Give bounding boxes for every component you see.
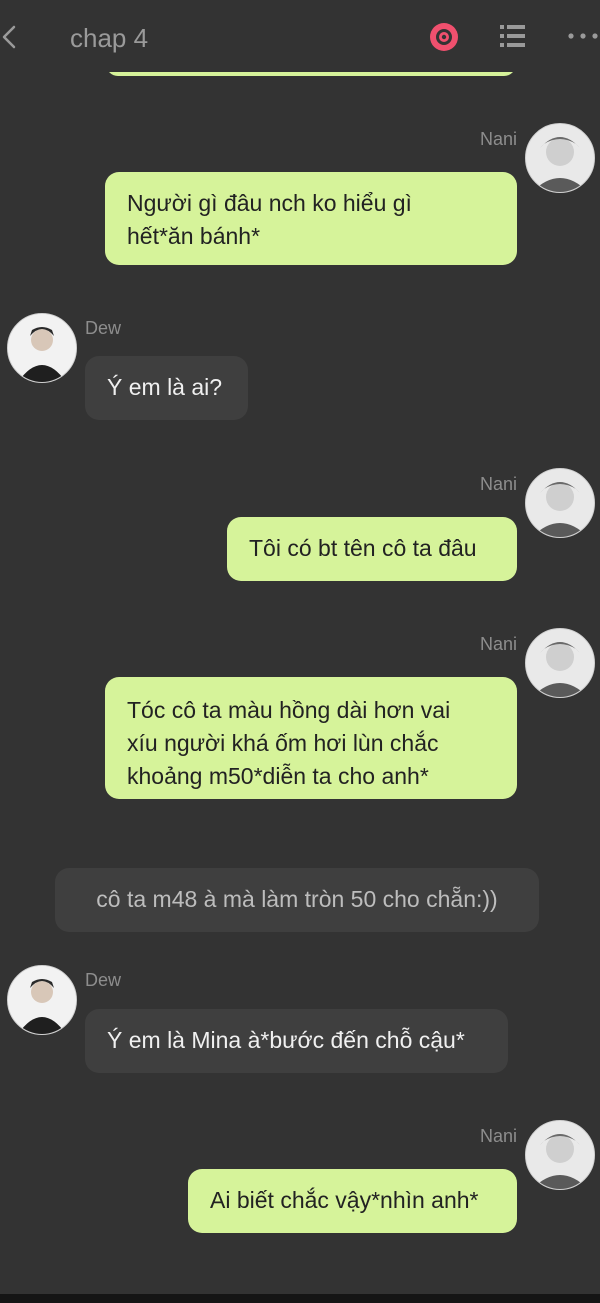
message-bubble[interactable]: Người gì đâu nch ko hiểu gì hết*ăn bánh* xyxy=(105,172,517,265)
message-bubble[interactable]: Ý em là ai? xyxy=(85,356,248,420)
avatar-nani[interactable] xyxy=(525,468,595,538)
message-text: Tôi có bt tên cô ta đâu xyxy=(249,535,477,561)
message-text: Tóc cô ta màu hồng dài hơn vai xíu người… xyxy=(127,697,451,789)
sender-name: Dew xyxy=(85,318,122,338)
avatar-dew[interactable] xyxy=(7,313,77,383)
narration-text: cô ta m48 à mà làm tròn 50 cho chẵn:)) xyxy=(96,886,498,912)
avatar-dew[interactable] xyxy=(7,965,77,1035)
message-bubble[interactable]: Tôi có bt tên cô ta đâu xyxy=(227,517,517,581)
sender-name: Nani xyxy=(479,634,517,654)
sender-name: Dew xyxy=(85,970,122,990)
message-text: Ai biết chắc vậy*nhìn anh* xyxy=(210,1187,479,1213)
avatar-nani[interactable] xyxy=(525,1120,595,1190)
avatar-nani[interactable] xyxy=(525,628,595,698)
back-icon[interactable] xyxy=(0,22,22,52)
message-text: Người gì đâu nch ko hiểu gì hết*ăn bánh* xyxy=(127,190,412,249)
more-icon[interactable] xyxy=(566,30,600,42)
message-text: Ý em là ai? xyxy=(107,374,223,400)
sender-name: Nani xyxy=(479,1126,517,1146)
bottom-edge xyxy=(0,1294,600,1303)
avatar-nani[interactable] xyxy=(525,123,595,193)
message-text: Ý em là Mina à*bước đến chỗ cậu* xyxy=(107,1027,465,1053)
list-icon[interactable] xyxy=(498,22,528,50)
message-bubble[interactable]: Ai biết chắc vậy*nhìn anh* xyxy=(188,1169,517,1233)
narration-bubble[interactable]: cô ta m48 à mà làm tròn 50 cho chẵn:)) xyxy=(55,868,539,932)
message-bubble[interactable]: Ý em là Mina à*bước đến chỗ cậu* xyxy=(85,1009,508,1073)
chapter-title: chap 4 xyxy=(70,23,149,53)
message-bubble[interactable]: Tóc cô ta màu hồng dài hơn vai xíu người… xyxy=(105,677,517,799)
sender-name: Nani xyxy=(479,129,517,149)
record-icon[interactable] xyxy=(428,21,460,53)
top-bar: chap 4 xyxy=(0,0,600,72)
sender-name: Nani xyxy=(479,474,517,494)
